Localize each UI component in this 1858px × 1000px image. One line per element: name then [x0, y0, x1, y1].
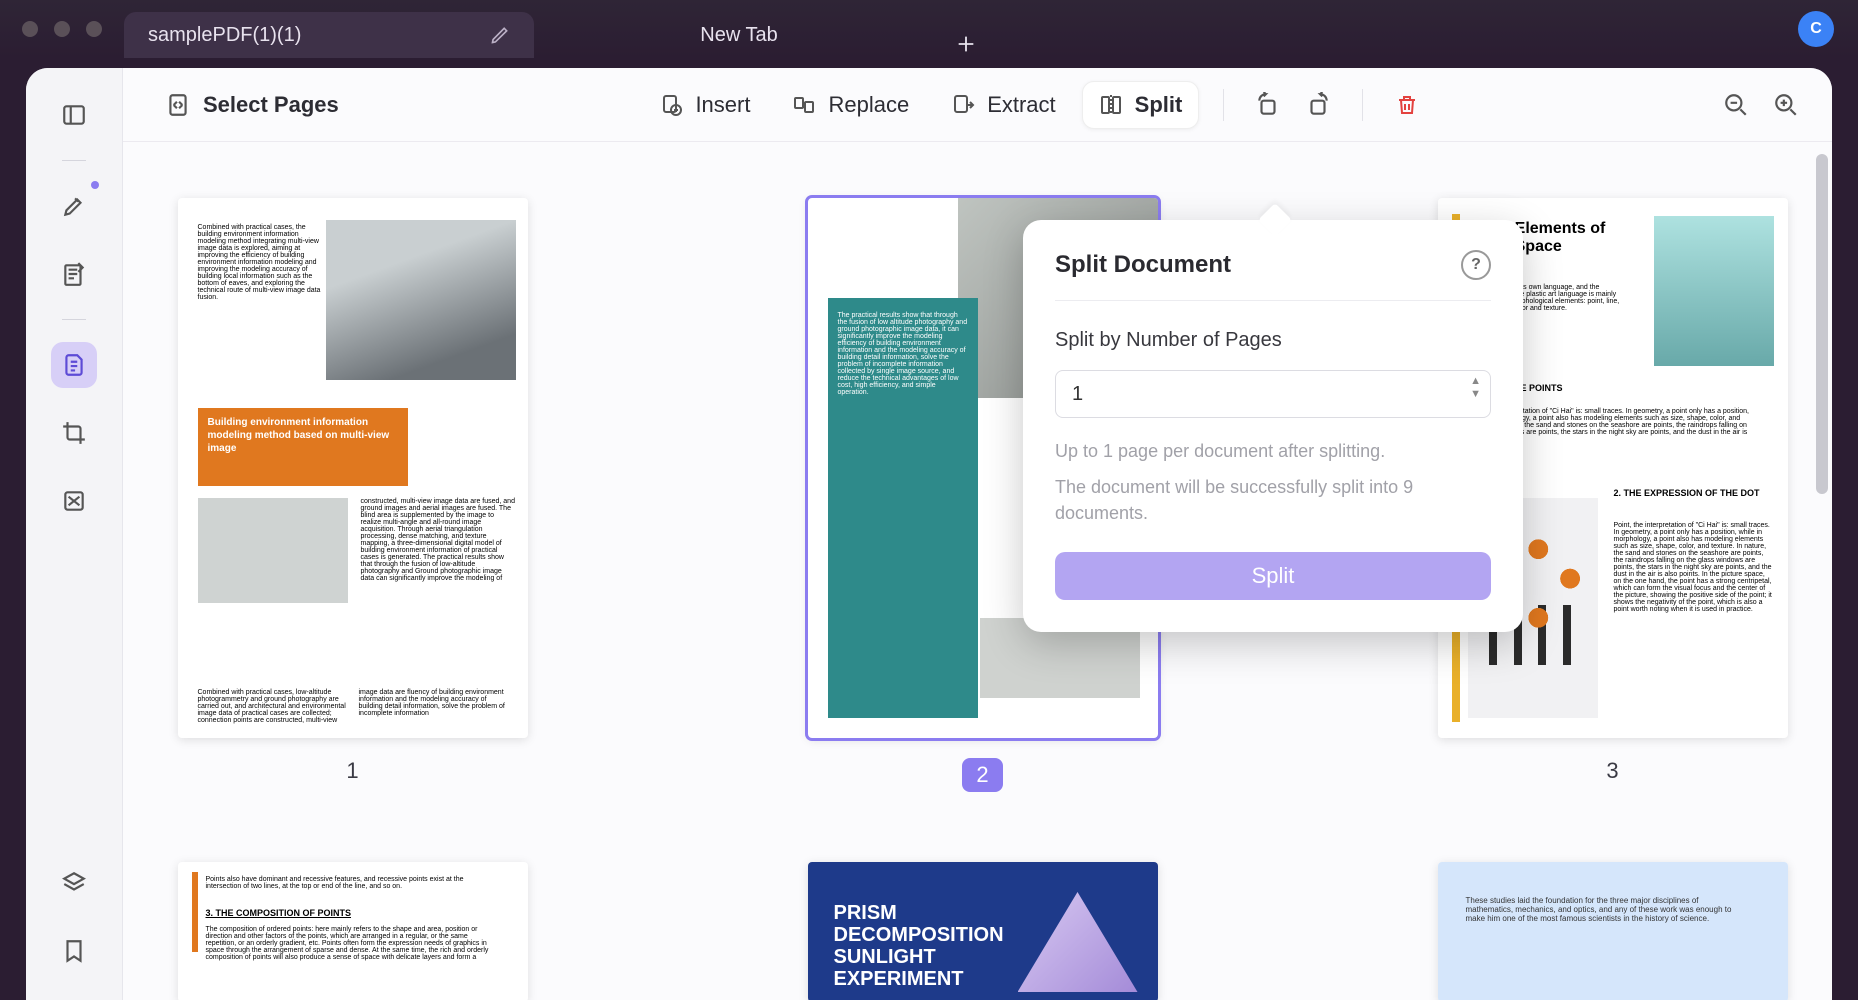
help-icon[interactable]: ? — [1461, 250, 1491, 280]
thumb-accent — [192, 872, 198, 952]
split-result-hint: The document will be successfully split … — [1055, 474, 1491, 526]
thumb-heading: Building environment information modelin… — [198, 408, 408, 486]
annotate-tool[interactable] — [51, 251, 97, 297]
thumbnail-area[interactable]: Combined with practical cases, the build… — [123, 142, 1832, 1000]
thumb-text: These studies laid the foundation for th… — [1466, 896, 1736, 923]
split-button[interactable]: Split — [1082, 81, 1200, 129]
traffic-lights — [0, 21, 124, 37]
extract-icon — [951, 93, 975, 117]
page-count-input[interactable] — [1055, 370, 1491, 418]
thumbnail-cell: These studies laid the foundation for th… — [1438, 862, 1788, 1000]
app-body: Select Pages Insert Replace Extract — [26, 68, 1832, 1000]
split-field-label: Split by Number of Pages — [1055, 329, 1491, 352]
separator — [62, 160, 86, 161]
split-hint: Up to 1 page per document after splittin… — [1055, 438, 1491, 464]
thumbnail-cell: Points also have dominant and recessive … — [178, 862, 528, 1000]
thumb-image — [1654, 216, 1774, 366]
thumb-text: Combined with practical cases, low-altit… — [198, 689, 508, 724]
page-number: 3 — [1606, 758, 1618, 784]
tab-label: New Tab — [700, 24, 777, 47]
popover-header: Split Document ? — [1055, 250, 1491, 301]
separator — [1362, 89, 1363, 121]
bookmark-button[interactable] — [51, 928, 97, 974]
split-action-label: Split — [1252, 563, 1295, 588]
pencil-icon[interactable] — [490, 25, 510, 45]
split-action-button[interactable]: Split — [1055, 552, 1491, 600]
split-icon — [1099, 93, 1123, 117]
thumb-heading: PRISM DECOMPOSITION SUNLIGHT EXPERIMENT — [834, 902, 1044, 990]
thumb-image — [198, 498, 348, 603]
separator — [1223, 89, 1224, 121]
thumb-text: Points also have dominant and recessive … — [206, 876, 496, 890]
tab-strip: samplePDF(1)(1) New Tab — [124, 0, 980, 58]
thumb-text: Point, the interpretation of "Ci Hai" is… — [1614, 522, 1774, 613]
content-area: Select Pages Insert Replace Extract — [122, 68, 1832, 1000]
thumbnail-grid: Combined with practical cases, the build… — [178, 198, 1778, 1000]
maximize-window-button[interactable] — [86, 21, 102, 37]
thumb-text: The composition of ordered points: here … — [206, 926, 496, 961]
tab-inactive[interactable]: New Tab — [534, 12, 944, 58]
insert-icon — [659, 93, 683, 117]
extract-button[interactable]: Extract — [935, 82, 1071, 128]
panel-toggle-button[interactable] — [51, 92, 97, 138]
page-thumbnail-5[interactable]: PRISM DECOMPOSITION SUNLIGHT EXPERIMENT — [808, 862, 1158, 1000]
insert-button[interactable]: Insert — [643, 82, 766, 128]
delete-button[interactable] — [1387, 85, 1427, 125]
thumb-bg — [1438, 862, 1788, 1000]
new-tab-button[interactable] — [952, 30, 980, 58]
indicator-dot-icon — [91, 181, 99, 189]
tab-label: samplePDF(1)(1) — [148, 24, 301, 47]
insert-label: Insert — [695, 92, 750, 118]
split-label: Split — [1135, 92, 1183, 118]
thumbnail-cell: PRISM DECOMPOSITION SUNLIGHT EXPERIMENT — [808, 862, 1158, 1000]
page-count-stepper: ▲ ▼ — [1055, 370, 1491, 418]
separator — [62, 319, 86, 320]
thumb-subheading: 2. THE EXPRESSION OF THE DOT — [1614, 488, 1774, 498]
redact-tool[interactable] — [51, 478, 97, 524]
replace-icon — [792, 93, 816, 117]
extract-label: Extract — [987, 92, 1055, 118]
tab-active[interactable]: samplePDF(1)(1) — [124, 12, 534, 58]
page-toolbar: Select Pages Insert Replace Extract — [123, 68, 1832, 142]
thumb-subheading: 3. THE COMPOSITION OF POINTS — [206, 908, 352, 918]
select-pages-icon — [165, 92, 191, 118]
select-pages-button[interactable]: Select Pages — [149, 82, 355, 128]
crop-tool[interactable] — [51, 410, 97, 456]
zoom-out-button[interactable] — [1716, 85, 1756, 125]
avatar-initial: C — [1810, 20, 1822, 38]
thumb-block — [828, 653, 978, 718]
page-thumbnail-6[interactable]: These studies laid the foundation for th… — [1438, 862, 1788, 1000]
thumb-text: Combined with practical cases, the build… — [198, 224, 328, 301]
page-number: 2 — [962, 758, 1002, 792]
stepper-up-icon[interactable]: ▲ — [1470, 376, 1481, 387]
popover-title: Split Document — [1055, 251, 1231, 279]
stepper-down-icon[interactable]: ▼ — [1470, 389, 1481, 400]
zoom-in-button[interactable] — [1766, 85, 1806, 125]
select-pages-label: Select Pages — [203, 92, 339, 118]
split-popover: Split Document ? Split by Number of Page… — [1023, 220, 1523, 632]
page-thumbnail-4[interactable]: Points also have dominant and recessive … — [178, 862, 528, 1000]
vertical-scrollbar[interactable] — [1816, 154, 1828, 494]
window-titlebar: samplePDF(1)(1) New Tab C — [0, 0, 1858, 58]
rotate-left-button[interactable] — [1248, 85, 1288, 125]
sidebar — [26, 68, 122, 1000]
page-number: 1 — [346, 758, 358, 784]
thumb-image — [326, 220, 516, 380]
minimize-window-button[interactable] — [54, 21, 70, 37]
thumb-text: constructed, multi-view image data are f… — [361, 498, 516, 582]
close-window-button[interactable] — [22, 21, 38, 37]
replace-label: Replace — [828, 92, 909, 118]
page-thumbnail-1[interactable]: Combined with practical cases, the build… — [178, 198, 528, 738]
user-avatar[interactable]: C — [1798, 11, 1834, 47]
rotate-right-button[interactable] — [1298, 85, 1338, 125]
replace-button[interactable]: Replace — [776, 82, 925, 128]
thumbnail-cell: Combined with practical cases, the build… — [178, 198, 528, 792]
page-manager-tool[interactable] — [51, 342, 97, 388]
layers-button[interactable] — [51, 860, 97, 906]
highlighter-tool[interactable] — [51, 183, 97, 229]
